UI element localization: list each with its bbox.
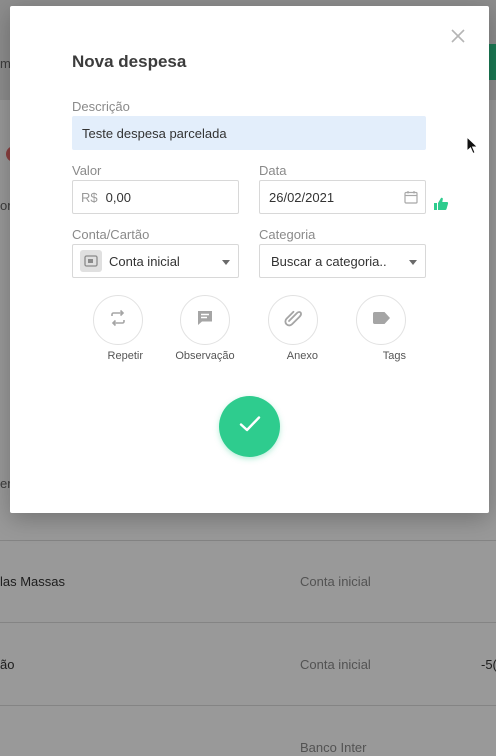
tags-action[interactable]: Tags xyxy=(356,295,406,364)
close-icon[interactable] xyxy=(448,26,468,46)
currency-prefix: R$ xyxy=(81,189,98,205)
category-select[interactable]: Buscar a categoria.. xyxy=(259,244,426,278)
description-field[interactable]: Teste despesa parcelada xyxy=(72,116,426,150)
check-icon xyxy=(239,415,261,438)
date-field[interactable]: 26/02/2021 xyxy=(259,180,426,214)
account-select[interactable]: Conta inicial xyxy=(72,244,239,278)
repeat-icon xyxy=(109,309,127,332)
mouse-cursor-icon xyxy=(466,135,480,156)
account-label: Conta/Cartão xyxy=(72,227,150,242)
description-label: Descrição xyxy=(72,99,130,114)
modal-title: Nova despesa xyxy=(72,52,187,71)
value-amount: 0,00 xyxy=(105,189,131,205)
tags-button[interactable] xyxy=(356,295,406,345)
attachment-button[interactable] xyxy=(268,295,318,345)
category-label: Categoria xyxy=(259,227,316,242)
chevron-down-icon xyxy=(409,260,417,265)
repeat-action[interactable]: Repetir xyxy=(93,295,143,364)
value-field[interactable]: R$ 0,00 xyxy=(72,180,239,214)
note-button[interactable] xyxy=(180,295,230,345)
value-label: Valor xyxy=(72,163,102,178)
confirm-button[interactable] xyxy=(219,396,280,457)
attachment-label: Anexo xyxy=(286,350,318,362)
account-value: Conta inicial xyxy=(109,253,180,269)
tags-label: Tags xyxy=(382,350,406,362)
description-value: Teste despesa parcelada xyxy=(82,125,227,141)
repeat-label: Repetir xyxy=(107,350,143,362)
calendar-icon[interactable] xyxy=(404,190,418,204)
note-label: Observação xyxy=(175,350,235,362)
thumbs-up-icon[interactable] xyxy=(433,196,449,212)
repeat-button[interactable] xyxy=(93,295,143,345)
tag-icon xyxy=(371,311,391,330)
new-expense-modal: Nova despesa Descrição Teste despesa par… xyxy=(10,6,489,513)
chevron-down-icon xyxy=(222,260,230,265)
date-value: 26/02/2021 xyxy=(269,189,335,205)
wallet-icon xyxy=(80,250,102,272)
note-action[interactable]: Observação xyxy=(175,295,235,364)
attachment-icon xyxy=(283,309,303,332)
date-label: Data xyxy=(259,163,287,178)
category-placeholder: Buscar a categoria.. xyxy=(271,253,387,269)
comment-icon xyxy=(196,309,214,332)
attachment-action[interactable]: Anexo xyxy=(268,295,318,364)
